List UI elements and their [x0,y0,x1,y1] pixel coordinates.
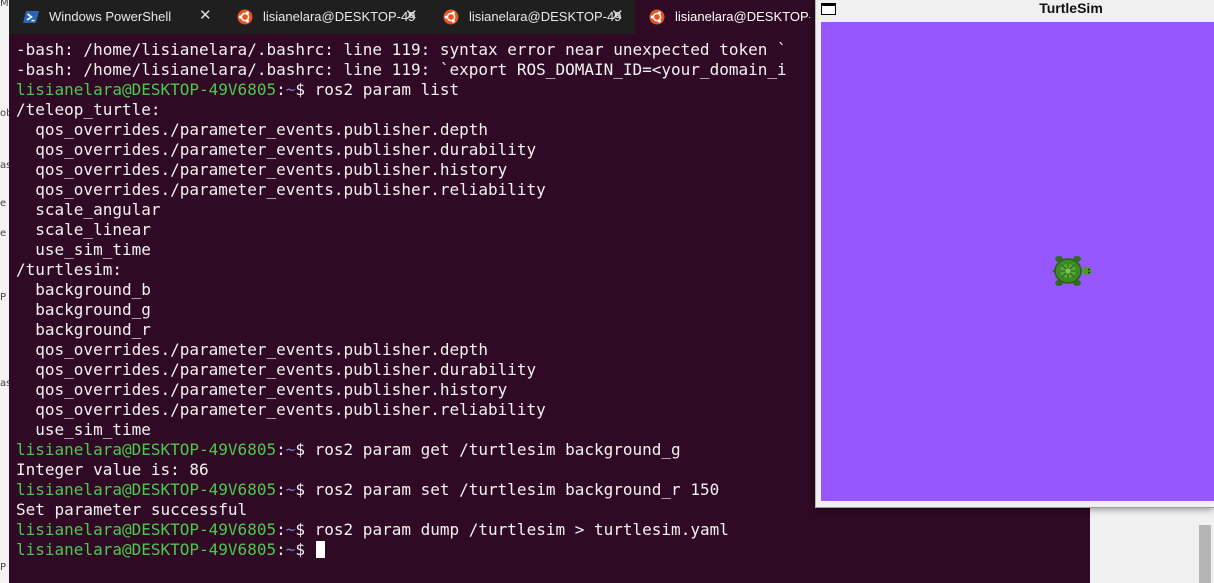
output-line: -bash: /home/lisianelara/.bashrc: line 1… [16,40,787,59]
prompt-separator: : [276,440,286,459]
command-text: $ ros2 param dump /turtlesim > turtlesim… [295,520,729,539]
output-line: qos_overrides./parameter_events.publishe… [16,340,489,359]
background-scrollbar [1199,525,1211,583]
tab-1[interactable]: Windows PowerShell ✕ [9,0,223,34]
ubuntu-icon [237,9,253,25]
output-line: scale_angular [16,200,161,219]
terminal-output[interactable]: -bash: /home/lisianelara/.bashrc: line 1… [16,40,787,560]
prompt-user: lisianelara@DESKTOP-49V6805 [16,520,277,539]
tab-title: lisianelara@DESKTOP-49 [675,9,810,24]
prompt-path: ~ [285,520,296,539]
background-text-fragment: e [0,198,7,209]
ubuntu-icon [649,9,665,25]
close-icon[interactable]: ✕ [405,6,418,24]
background-text-fragment: P [0,562,7,573]
output-line: qos_overrides./parameter_events.publishe… [16,180,546,199]
command-text: $ [295,540,306,559]
background-text-fragment: e [0,228,7,239]
prompt-separator: : [276,480,286,499]
output-line: /teleop_turtle: [16,100,161,119]
command-text: $ ros2 param list [295,80,460,99]
prompt-line: lisianelara@DESKTOP-49V6805:~$ [16,540,787,560]
output-line: background_r [16,320,151,339]
output-line: scale_linear [16,220,151,239]
prompt-user: lisianelara@DESKTOP-49V6805 [16,480,277,499]
output-line: background_g [16,300,151,319]
background-area [1090,505,1214,583]
prompt-separator: : [276,80,286,99]
prompt-user: lisianelara@DESKTOP-49V6805 [16,80,277,99]
prompt-line: lisianelara@DESKTOP-49V6805:~$ ros2 para… [16,80,787,100]
output-line: qos_overrides./parameter_events.publishe… [16,360,537,379]
prompt-user: lisianelara@DESKTOP-49V6805 [16,540,277,559]
turtlesim-titlebar[interactable]: TurtleSim [816,0,1214,19]
tab-3[interactable]: lisianelara@DESKTOP-49 ✕ [429,0,635,34]
close-icon[interactable]: ✕ [611,6,624,24]
prompt-path: ~ [285,440,296,459]
output-line: qos_overrides./parameter_events.publishe… [16,140,537,159]
terminal-cursor [315,541,325,558]
prompt-user: lisianelara@DESKTOP-49V6805 [16,440,277,459]
output-line: -bash: /home/lisianelara/.bashrc: line 1… [16,60,787,79]
output-line: qos_overrides./parameter_events.publishe… [16,380,508,399]
prompt-path: ~ [285,540,296,559]
tab-title: lisianelara@DESKTOP-49 [263,9,416,24]
powershell-icon [23,11,39,23]
close-icon[interactable]: ✕ [199,6,212,24]
prompt-separator: : [276,520,286,539]
output-line: Set parameter successful [16,500,248,519]
output-line: use_sim_time [16,240,151,259]
ubuntu-icon [443,9,459,25]
output-line: qos_overrides./parameter_events.publishe… [16,400,546,419]
output-line: use_sim_time [16,420,151,439]
output-line: qos_overrides./parameter_events.publishe… [16,120,489,139]
background-text-fragment: P [0,292,7,303]
prompt-path: ~ [285,480,296,499]
prompt-line: lisianelara@DESKTOP-49V6805:~$ ros2 para… [16,520,787,540]
output-line: background_b [16,280,151,299]
tab-4[interactable]: lisianelara@DESKTOP-49 [635,0,816,34]
output-line: /turtlesim: [16,260,122,279]
command-text: $ ros2 param get /turtlesim background_g [295,440,681,459]
prompt-line: lisianelara@DESKTOP-49V6805:~$ ros2 para… [16,440,787,460]
tab-2[interactable]: lisianelara@DESKTOP-49 ✕ [223,0,429,34]
output-line: Integer value is: 86 [16,460,209,479]
turtle-icon [1052,256,1092,286]
output-line: qos_overrides./parameter_events.publishe… [16,160,508,179]
prompt-path: ~ [285,80,296,99]
turtlesim-canvas [821,22,1214,501]
prompt-line: lisianelara@DESKTOP-49V6805:~$ ros2 para… [16,480,787,500]
turtlesim-window[interactable]: TurtleSim [815,0,1214,508]
tab-title: Windows PowerShell [49,9,172,24]
command-text: $ ros2 param set /turtlesim background_r… [295,480,720,499]
turtlesim-title: TurtleSim [1039,0,1103,16]
background-text-fragment: M [0,0,9,9]
prompt-separator: : [276,540,286,559]
tab-title: lisianelara@DESKTOP-49 [469,9,622,24]
